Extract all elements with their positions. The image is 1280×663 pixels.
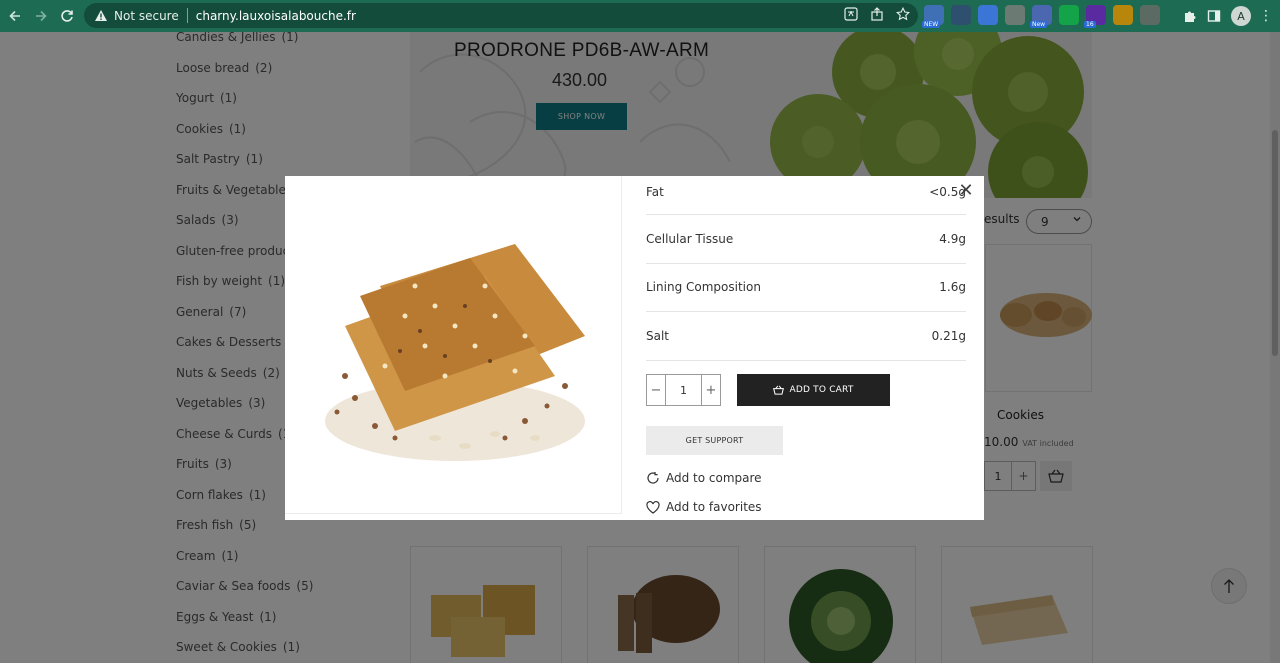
extension-grammarly-icon[interactable] (1059, 5, 1079, 25)
extension-new-1-icon[interactable]: NEW (922, 5, 944, 28)
extension-translate-icon[interactable] (978, 5, 998, 25)
address-bar[interactable]: Not secure charny.lauxoisalabouche.fr (84, 3, 918, 28)
extension-badge: 16 (1084, 21, 1096, 28)
back-arrow-icon (9, 10, 20, 22)
nutrition-label: Salt (646, 328, 670, 343)
nutrition-label: Lining Composition (646, 280, 761, 295)
compare-icon (647, 472, 659, 484)
reload-button[interactable] (54, 3, 80, 29)
quantity-stepper[interactable]: − 1 + (646, 374, 721, 406)
get-support-button[interactable]: GET SUPPORT (646, 426, 783, 455)
product-image-pane (285, 176, 622, 514)
extension-new-2-icon[interactable]: New (1030, 5, 1052, 28)
share-icon[interactable] (870, 7, 884, 25)
extension-badge: NEW (922, 21, 941, 28)
nutrition-row: Cellular Tissue 4.9g (646, 215, 966, 264)
plus-icon[interactable]: + (701, 375, 720, 405)
nutrition-row: Fat <0.5g (646, 176, 966, 215)
extension-x-icon[interactable] (1140, 5, 1160, 25)
forward-button[interactable] (28, 3, 54, 29)
nutrition-row: Salt 0.21g (646, 312, 966, 361)
side-panel-icon[interactable] (1204, 6, 1224, 26)
omnibox-divider (186, 8, 188, 23)
bookmark-star-icon[interactable] (895, 6, 911, 25)
back-button[interactable] (2, 3, 28, 29)
extension-counter-icon[interactable]: 16 (1084, 5, 1106, 28)
add-to-favorites-link[interactable]: Add to favorites (646, 499, 762, 515)
nutrition-value: 4.9g (939, 231, 966, 246)
extensions-bar: NEW New 16 (922, 5, 1160, 28)
nutrition-table: Fat <0.5g Cellular Tissue 4.9g Lining Compos… (646, 176, 966, 361)
extension-leaf-icon[interactable] (1113, 5, 1133, 25)
nutrition-value: 0.21g (931, 328, 966, 343)
nutrition-label: Cellular Tissue (646, 231, 734, 246)
quantity-value[interactable]: 1 (666, 384, 701, 397)
nutrition-value: <0.5g (929, 185, 966, 199)
browser-menu-icon[interactable]: ⋮ (1259, 6, 1273, 26)
nutrition-row: Lining Composition 1.6g (646, 264, 966, 312)
crackers-image (325, 244, 585, 461)
nutrition-value: 1.6g (939, 280, 966, 295)
reload-icon (61, 10, 73, 22)
basket-icon (773, 385, 785, 395)
browser-toolbar: Not secure charny.lauxoisalabouche.fr NE… (0, 0, 1280, 32)
heart-icon (646, 500, 660, 514)
quick-view-modal: ✕ Fat <0.5g Cellular Tissue 4.9g Lining Comp… (285, 176, 984, 520)
warning-icon (94, 9, 108, 23)
translate-page-icon[interactable] (844, 7, 858, 25)
nutrition-label: Fat (646, 185, 664, 199)
extension-camera-icon[interactable] (1005, 5, 1025, 25)
extensions-puzzle-icon[interactable] (1180, 6, 1200, 26)
add-to-compare-label: Add to compare (666, 471, 762, 485)
add-to-cart-label: ADD TO CART (789, 385, 854, 395)
add-to-cart-button[interactable]: ADD TO CART (737, 374, 890, 406)
minus-icon[interactable]: − (647, 375, 666, 405)
security-status[interactable]: Not secure (114, 9, 179, 23)
extension-globe-icon[interactable] (951, 5, 971, 25)
add-to-favorites-label: Add to favorites (666, 500, 762, 514)
profile-avatar[interactable]: A (1231, 6, 1251, 26)
extension-badge: New (1030, 21, 1048, 28)
forward-arrow-icon (36, 10, 47, 22)
add-to-compare-link[interactable]: Add to compare (646, 470, 762, 486)
url-text[interactable]: charny.lauxoisalabouche.fr (196, 9, 356, 23)
